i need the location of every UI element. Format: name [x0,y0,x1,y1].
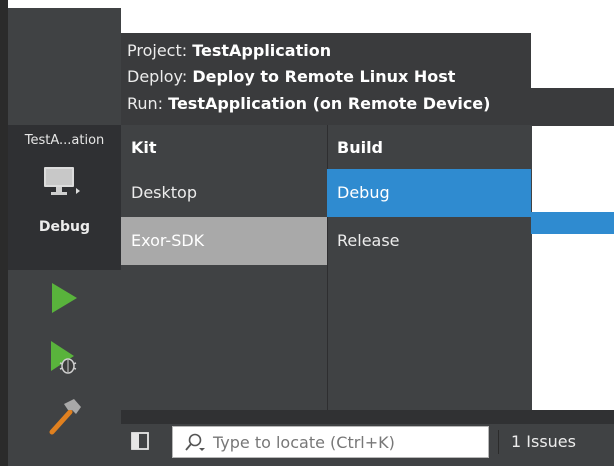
kit-item-desktop[interactable]: Desktop [121,169,327,217]
build-button[interactable] [35,396,93,436]
run-label: Run: [127,94,169,113]
project-line: Project: TestApplication [127,41,331,61]
deploy-line: Deploy: Deploy to Remote Linux Host [127,67,455,87]
search-icon [185,433,205,451]
debug-run-icon [51,341,77,374]
locator-placeholder: Type to locate (Ctrl+K) [213,432,395,452]
debug-run-button[interactable] [35,338,93,378]
run-value: TestApplication (on Remote Device) [168,94,491,113]
run-icon [52,283,77,313]
kit-list [121,125,327,410]
target-popup-header-tail [531,88,614,126]
run-button[interactable] [35,278,93,318]
monitor-icon [44,167,80,195]
deploy-value: Deploy to Remote Linux Host [192,67,456,86]
locator-input[interactable]: Type to locate (Ctrl+K) [172,426,489,458]
issues-pane-button[interactable]: 1 Issues [498,430,576,454]
project-label: Project: [127,41,193,60]
window-left-edge [0,0,8,466]
deploy-label: Deploy: [127,67,193,86]
target-project-name: TestA...ation [24,133,105,148]
editor-selection-strip [531,212,614,234]
kit-column-header: Kit [131,138,157,157]
project-value: TestApplication [192,41,332,60]
build-item-debug[interactable]: Debug [327,169,531,217]
build-list [327,125,532,410]
kit-item-exor-sdk[interactable]: Exor-SDK [121,217,327,265]
hammer-icon [49,399,81,435]
status-bar-separator [121,410,614,424]
run-line: Run: TestApplication (on Remote Device) [127,94,490,114]
sidebar-toggle-icon[interactable] [130,431,150,451]
active-build-mode: Debug [38,219,91,235]
build-item-release[interactable]: Release [327,217,531,265]
build-column-header: Build [337,138,384,157]
